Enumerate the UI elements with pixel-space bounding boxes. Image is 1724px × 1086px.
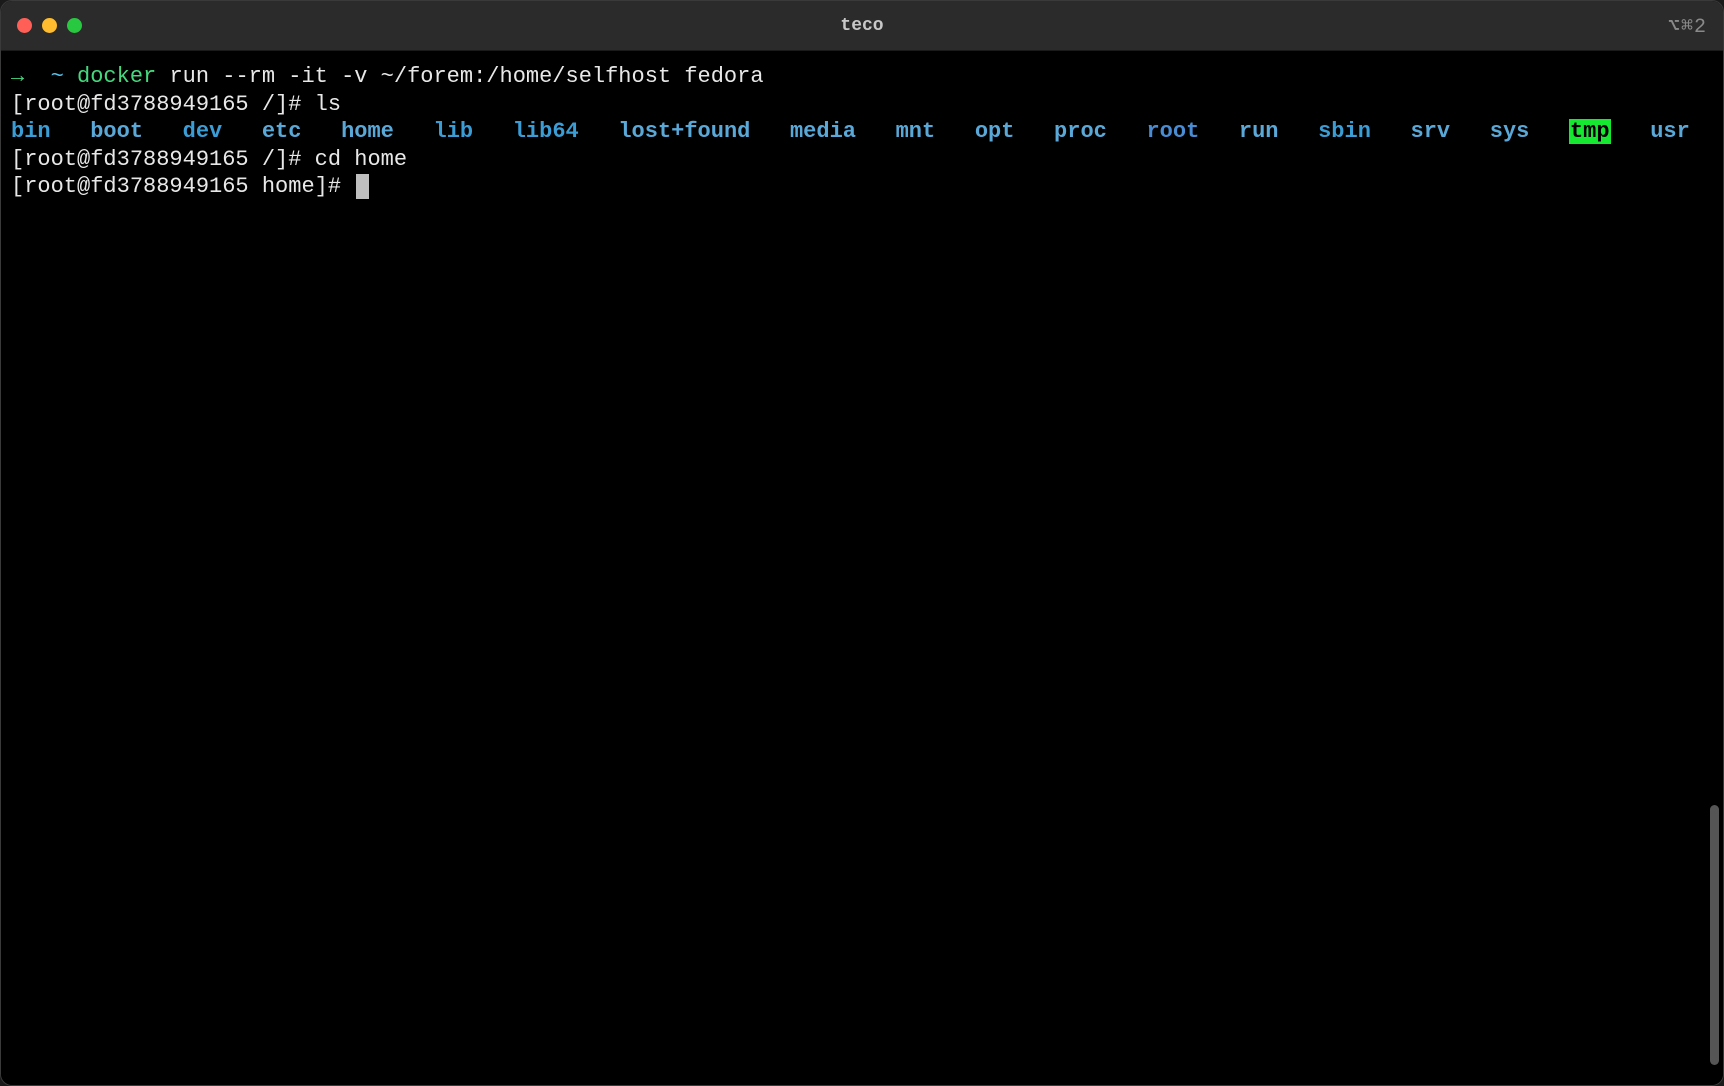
ls-entry-media: media [790, 119, 856, 144]
window-title: teco [840, 16, 883, 36]
maximize-button[interactable] [67, 18, 82, 33]
command-line-2: [root@fd3788949165 /]# ls [11, 91, 1713, 119]
ls-entry-sys: sys [1490, 119, 1530, 144]
command-ls: ls [315, 92, 341, 117]
ls-entry-usr: usr [1650, 119, 1690, 144]
command-args: run --rm -it -v ~/forem:/home/selfhost f… [169, 64, 763, 89]
ls-entry-lib: lib [434, 119, 474, 144]
terminal-body[interactable]: → ~ docker run --rm -it -v ~/forem:/home… [1, 51, 1723, 1085]
close-button[interactable] [17, 18, 32, 33]
terminal-window: teco ⌥⌘2 → ~ docker run --rm -it -v ~/fo… [0, 0, 1724, 1086]
command-docker: docker [77, 64, 156, 89]
ls-entry-lib64: lib64 [513, 119, 579, 144]
ls-entry-proc: proc [1054, 119, 1107, 144]
ls-entry-lost+found: lost+found [618, 119, 750, 144]
ls-entry-tmp: tmp [1569, 119, 1611, 144]
ls-entry-bin: bin [11, 119, 51, 144]
command-line-5: [root@fd3788949165 home]# [11, 173, 1713, 201]
ls-entry-mnt: mnt [896, 119, 936, 144]
ls-entry-root: root [1146, 119, 1199, 144]
titlebar[interactable]: teco ⌥⌘2 [1, 1, 1723, 51]
ls-output: bin boot dev etc home lib lib64 lost+fou… [11, 118, 1713, 146]
pane-indicator: ⌥⌘2 [1668, 13, 1707, 39]
command-line-1: → ~ docker run --rm -it -v ~/forem:/home… [11, 63, 1713, 91]
scrollbar[interactable] [1710, 805, 1719, 1065]
prompt-arrow: → [11, 64, 24, 89]
minimize-button[interactable] [42, 18, 57, 33]
ls-entry-home: home [341, 119, 394, 144]
shell-prompt: [root@fd3788949165 /]# [11, 92, 301, 117]
cursor [356, 174, 369, 199]
ls-entry-sbin: sbin [1318, 119, 1371, 144]
command-line-4: [root@fd3788949165 /]# cd home [11, 146, 1713, 174]
ls-entry-opt: opt [975, 119, 1015, 144]
ls-entry-srv: srv [1411, 119, 1451, 144]
command-cd: cd home [315, 147, 407, 172]
ls-entry-boot: boot [90, 119, 143, 144]
ls-entry-etc: etc [262, 119, 302, 144]
ls-entry-dev: dev [183, 119, 223, 144]
shell-prompt: [root@fd3788949165 /]# [11, 147, 301, 172]
ls-entry-run: run [1239, 119, 1279, 144]
traffic-lights [17, 18, 82, 33]
shell-prompt: [root@fd3788949165 home]# [11, 174, 341, 199]
prompt-cwd: ~ [51, 64, 64, 89]
